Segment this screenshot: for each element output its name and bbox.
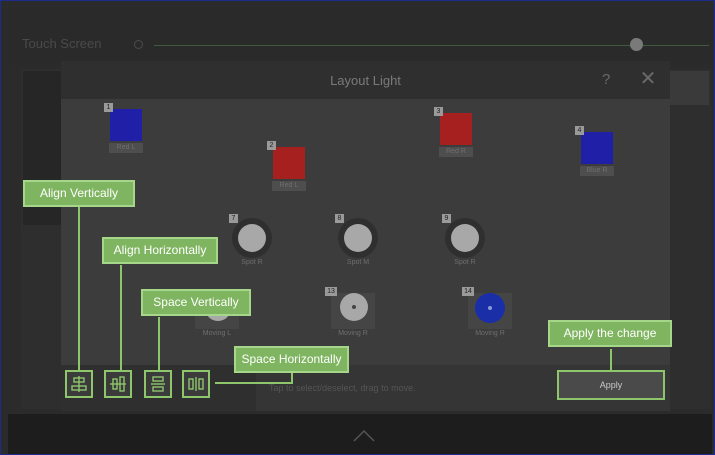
fixture-number: 8 xyxy=(335,214,344,223)
center-dot xyxy=(488,306,492,310)
fixture-7[interactable]: 7 Spot R xyxy=(229,214,275,270)
callout-connector xyxy=(158,317,160,370)
center-dot xyxy=(352,305,356,309)
fixture-number: 2 xyxy=(267,141,276,150)
fixture-label: Moving L xyxy=(202,330,232,337)
screen-title: Touch Screen xyxy=(22,36,102,51)
help-button[interactable]: ? xyxy=(602,71,610,88)
dialog-title: Layout Light xyxy=(330,73,401,88)
apply-button[interactable]: Apply xyxy=(557,370,665,400)
fixture-label: Spot R xyxy=(241,259,263,266)
fixture-label: Red L xyxy=(272,181,306,191)
fixture-14[interactable]: 14 Moving R xyxy=(462,287,518,339)
callout-align-horizontally: Align Horizontally xyxy=(102,237,218,264)
align-horizontal-icon xyxy=(110,376,126,392)
fixture-number: 4 xyxy=(575,126,584,135)
callout-connector xyxy=(610,349,612,370)
space-horizontally-button[interactable] xyxy=(182,370,210,398)
fixture-swatch xyxy=(110,109,142,141)
spot-lens xyxy=(451,224,479,252)
fixture-2[interactable]: 2 Red L xyxy=(267,141,311,195)
fixture-1[interactable]: 1 Red L xyxy=(104,103,148,157)
fixture-label: Spot M xyxy=(346,259,370,266)
fixture-label: Blue R xyxy=(580,166,614,176)
chevron-up-icon[interactable] xyxy=(353,425,375,443)
fixture-number: 13 xyxy=(325,287,337,296)
background-right-tab xyxy=(669,71,709,105)
fixture-4[interactable]: 4 Blue R xyxy=(575,126,619,180)
fixture-label: Red L xyxy=(109,143,143,153)
fixture-13[interactable]: 13 Moving R xyxy=(325,287,381,339)
align-vertical-icon xyxy=(71,376,87,392)
top-bar: Touch Screen xyxy=(8,8,712,64)
fixture-swatch xyxy=(273,147,305,179)
layout-light-dialog: Layout Light ? ✕ Tap to select/deselect,… xyxy=(61,61,670,411)
fixture-number: 14 xyxy=(462,287,474,296)
hint-text: Tap to select/deselect, drag to move. xyxy=(269,383,416,393)
fixture-number: 9 xyxy=(442,214,451,223)
spot-lens xyxy=(238,224,266,252)
space-vertical-icon xyxy=(151,376,165,392)
callout-connector xyxy=(215,382,293,384)
callout-align-vertically: Align Vertically xyxy=(23,180,135,207)
callout-space-vertically: Space Vertically xyxy=(141,289,251,316)
fixture-9[interactable]: 9 Spot R xyxy=(442,214,488,270)
radio-icon[interactable] xyxy=(134,40,143,49)
close-icon[interactable]: ✕ xyxy=(639,69,657,89)
align-horizontally-button[interactable] xyxy=(104,370,132,398)
callout-connector xyxy=(120,265,122,370)
callout-apply-change: Apply the change xyxy=(548,320,672,347)
space-horizontal-icon xyxy=(188,377,204,391)
fixture-label: Moving R xyxy=(475,330,505,337)
fixture-label: Moving R xyxy=(338,330,368,337)
fixture-label: Red R xyxy=(439,147,473,157)
fixture-8[interactable]: 8 Spot M xyxy=(335,214,381,270)
fixture-swatch xyxy=(440,113,472,145)
align-vertically-button[interactable] xyxy=(65,370,93,398)
callout-connector xyxy=(78,206,80,370)
spot-lens xyxy=(344,224,372,252)
slider-knob[interactable] xyxy=(630,38,643,51)
slider-track[interactable] xyxy=(154,45,709,46)
fixture-3[interactable]: 3 Red R xyxy=(434,107,478,161)
fixture-label: Spot R xyxy=(454,259,476,266)
screenshot-frame: Touch Screen Layout Light ? ✕ Tap to sel… xyxy=(0,0,715,455)
fixture-number: 3 xyxy=(434,107,443,116)
fixture-number: 1 xyxy=(104,103,113,112)
fixture-number: 7 xyxy=(229,214,238,223)
fixture-swatch xyxy=(581,132,613,164)
callout-space-horizontally: Space Horizontally xyxy=(234,346,349,373)
dialog-header: Layout Light ? ✕ xyxy=(61,61,670,99)
space-vertically-button[interactable] xyxy=(144,370,172,398)
